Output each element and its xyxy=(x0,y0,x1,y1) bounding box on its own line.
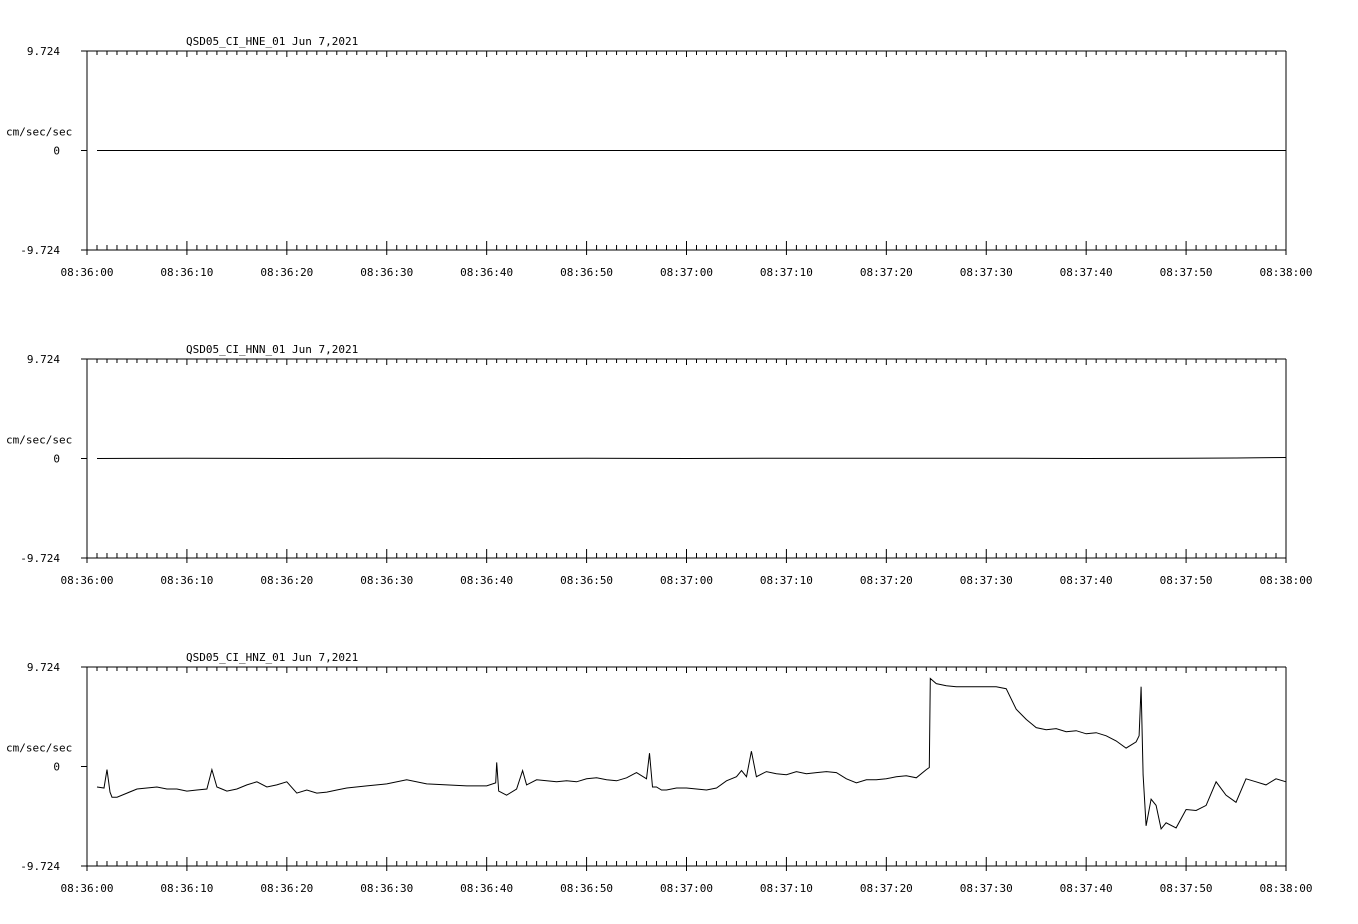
chart-title: QSD05_CI_HNE_01 Jun 7,2021 xyxy=(186,35,358,48)
x-tick-label: 08:36:50 xyxy=(560,574,613,587)
seismogram-figure: 08:36:00 08:36:10 08:36:20 08:36:30 08:36:40… xyxy=(6,35,1312,895)
y-tick-label-min: -9.724 xyxy=(20,860,60,873)
x-tick-label: 08:37:40 xyxy=(1060,266,1113,279)
x-tick-label: 08:36:30 xyxy=(360,882,413,895)
x-tick-label: 08:38:00 xyxy=(1260,574,1313,587)
x-tick-label: 08:38:00 xyxy=(1260,266,1313,279)
x-tick-label: 08:37:00 xyxy=(660,266,713,279)
x-tick-label: 08:36:00 xyxy=(61,574,114,587)
x-tick-label: 08:37:10 xyxy=(760,574,813,587)
seismogram-panel-1: 08:36:00 08:36:10 08:36:20 08:36:30 08:36:40… xyxy=(6,35,1312,279)
x-tick-label: 08:36:20 xyxy=(260,574,313,587)
y-axis-label: cm/sec/sec xyxy=(6,742,72,755)
x-tick-label: 08:36:10 xyxy=(160,574,213,587)
x-tick-label: 08:36:10 xyxy=(160,266,213,279)
y-tick-label-zero: 0 xyxy=(53,761,60,774)
waveform-trace xyxy=(96,457,1287,460)
x-tick-label: 08:36:30 xyxy=(360,266,413,279)
x-tick-label: 08:37:40 xyxy=(1060,882,1113,895)
seismogram-panel-2: 08:36:00 08:36:10 08:36:20 08:36:30 08:36:40… xyxy=(6,343,1312,587)
x-tick-label: 08:36:00 xyxy=(61,882,114,895)
y-tick-label-min: -9.724 xyxy=(20,244,60,257)
chart-title: QSD05_CI_HNN_01 Jun 7,2021 xyxy=(186,343,358,356)
x-tick-label: 08:37:20 xyxy=(860,574,913,587)
y-tick-label-max: 9.724 xyxy=(27,661,60,674)
x-tick-label: 08:36:50 xyxy=(560,266,613,279)
y-axis-label: cm/sec/sec xyxy=(6,434,72,447)
x-tick-label: 08:36:00 xyxy=(61,266,114,279)
x-tick-label: 08:37:00 xyxy=(660,882,713,895)
y-axis-label: cm/sec/sec xyxy=(6,126,72,139)
x-tick-label: 08:37:20 xyxy=(860,266,913,279)
x-tick-label: 08:37:20 xyxy=(860,882,913,895)
waveform-trace xyxy=(96,677,1287,831)
y-tick-label-max: 9.724 xyxy=(27,353,60,366)
x-tick-label: 08:37:10 xyxy=(760,266,813,279)
x-tick-label: 08:37:40 xyxy=(1060,574,1113,587)
seismogram-panel-3: 08:36:00 08:36:10 08:36:20 08:36:30 08:36:40… xyxy=(6,651,1312,895)
x-tick-label: 08:37:30 xyxy=(960,266,1013,279)
x-tick-label: 08:37:50 xyxy=(1160,266,1213,279)
y-tick-label-zero: 0 xyxy=(53,145,60,158)
x-tick-label: 08:37:10 xyxy=(760,882,813,895)
x-tick-label: 08:36:20 xyxy=(260,882,313,895)
x-tick-label: 08:37:00 xyxy=(660,574,713,587)
x-tick-label: 08:37:50 xyxy=(1160,574,1213,587)
x-tick-label: 08:37:30 xyxy=(960,882,1013,895)
x-tick-label: 08:37:50 xyxy=(1160,882,1213,895)
y-tick-label-min: -9.724 xyxy=(20,552,60,565)
x-tick-label: 08:36:20 xyxy=(260,266,313,279)
x-tick-label: 08:38:00 xyxy=(1260,882,1313,895)
x-tick-label: 08:36:50 xyxy=(560,882,613,895)
x-tick-label: 08:36:30 xyxy=(360,574,413,587)
y-tick-label-zero: 0 xyxy=(53,453,60,466)
chart-title: QSD05_CI_HNZ_01 Jun 7,2021 xyxy=(186,651,358,664)
x-tick-label: 08:36:40 xyxy=(460,574,513,587)
x-tick-label: 08:37:30 xyxy=(960,574,1013,587)
y-tick-label-max: 9.724 xyxy=(27,45,60,58)
x-tick-label: 08:36:10 xyxy=(160,882,213,895)
x-tick-label: 08:36:40 xyxy=(460,266,513,279)
x-tick-label: 08:36:40 xyxy=(460,882,513,895)
